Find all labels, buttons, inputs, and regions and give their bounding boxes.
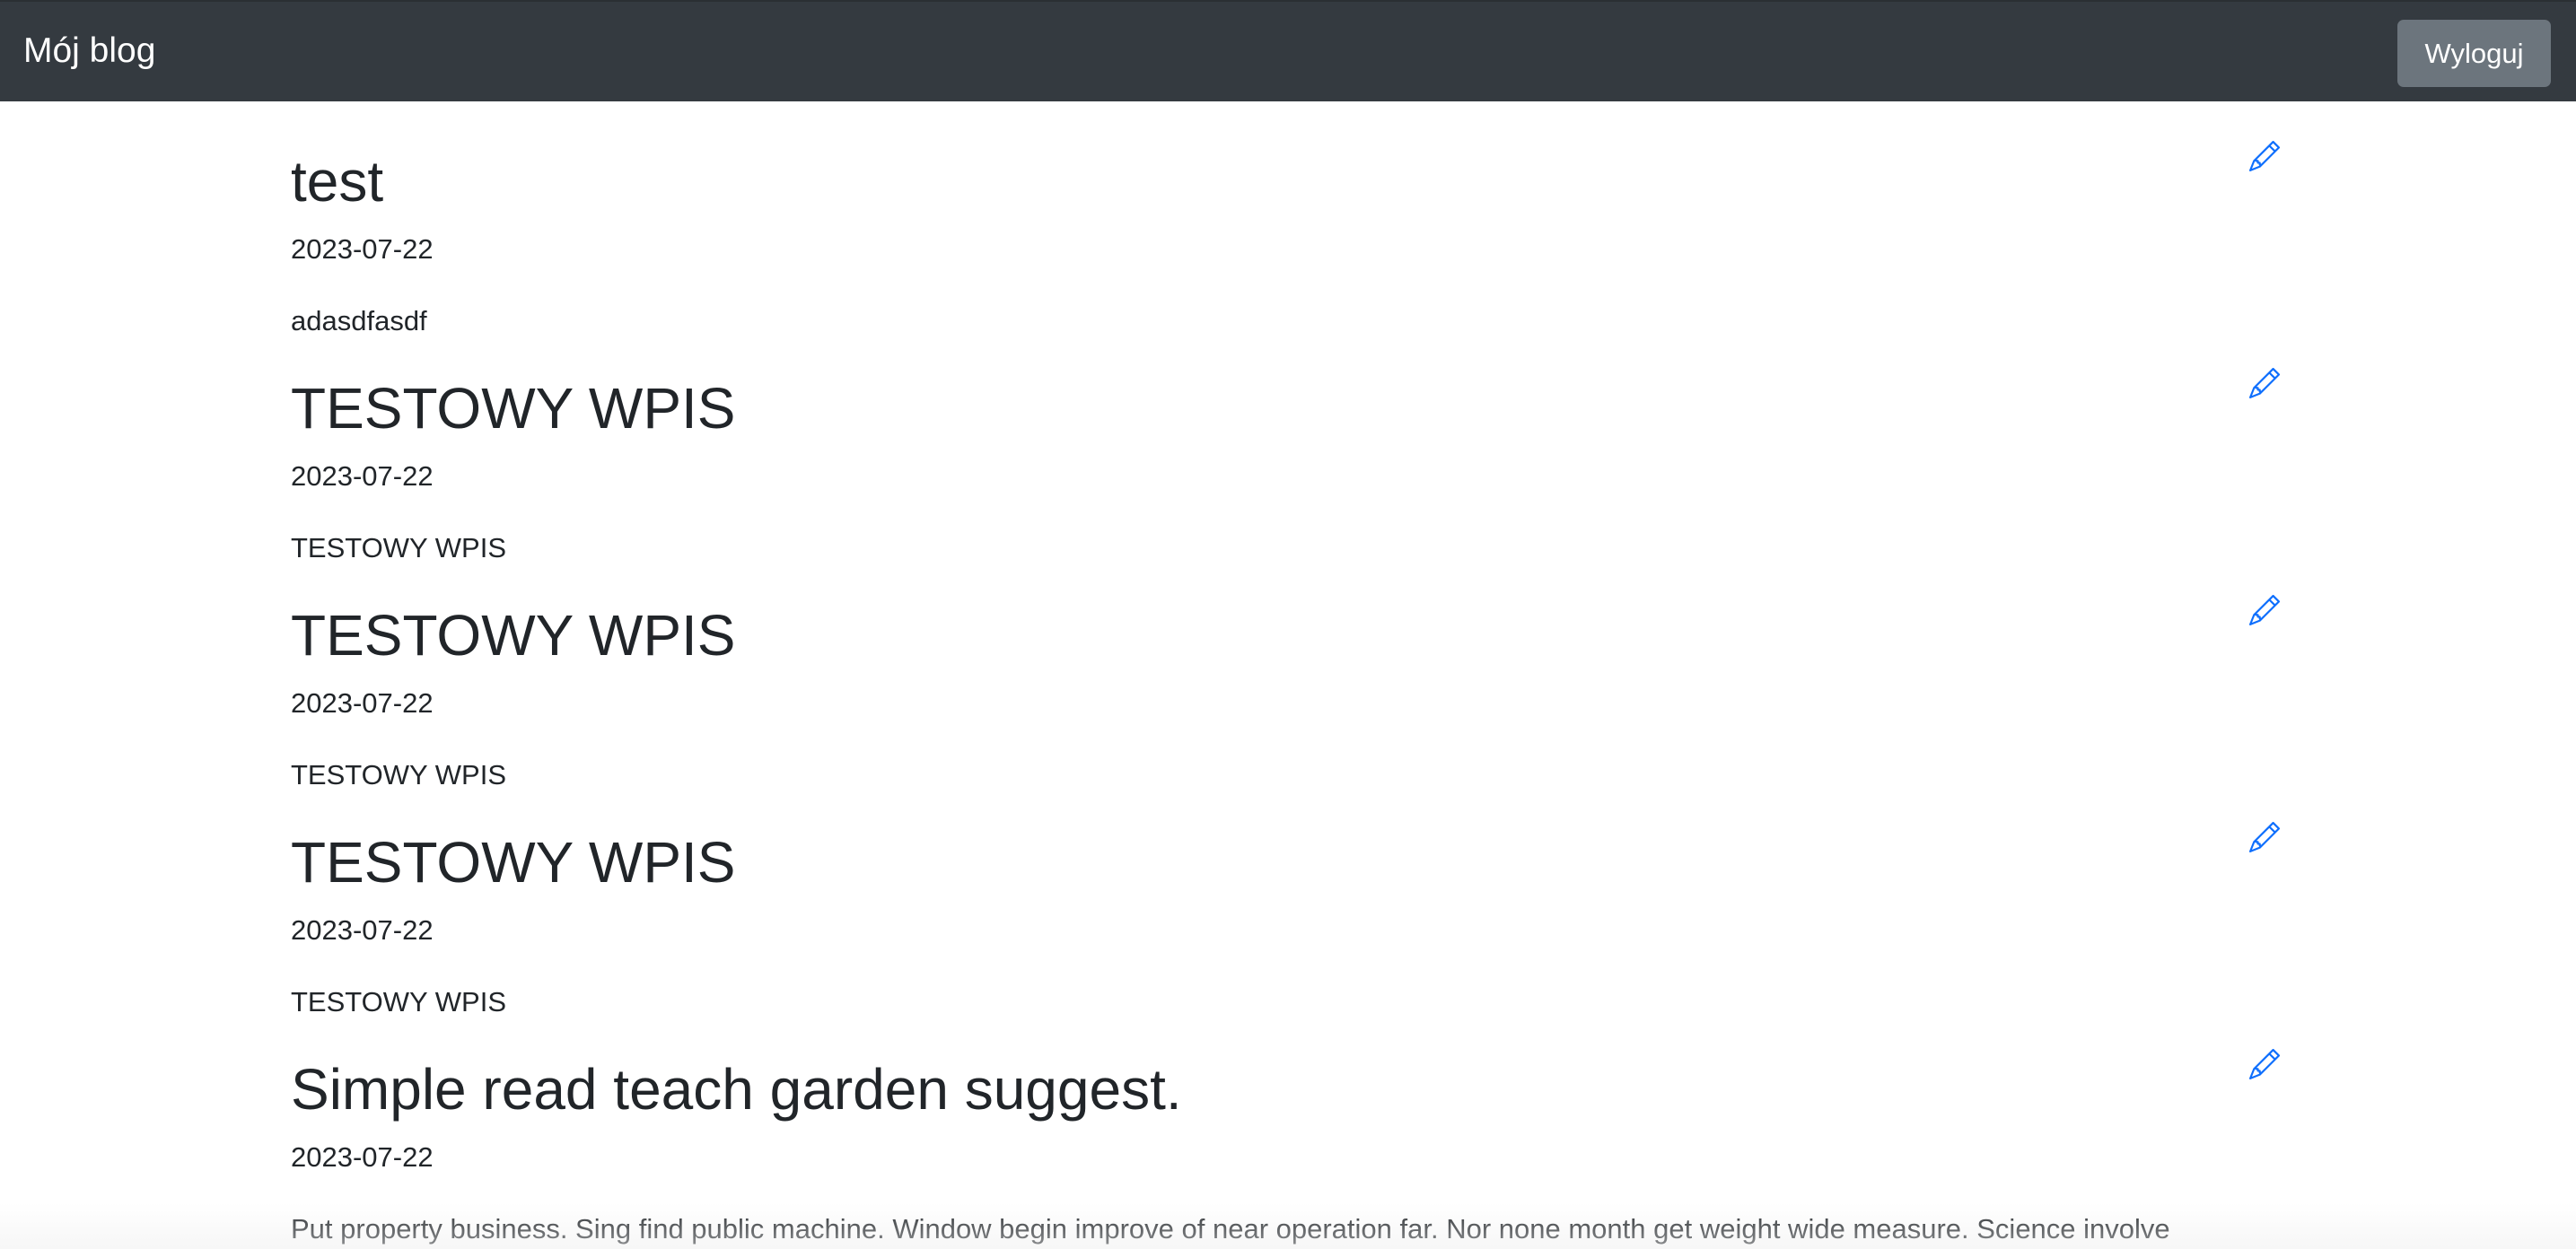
top-navbar: Mój blog Wyloguj — [0, 0, 2576, 101]
post-date: 2023-07-22 — [291, 914, 434, 946]
edit-post-button[interactable] — [2249, 368, 2285, 404]
post-item: test 2023-07-22 adasdfasdf — [291, 101, 2285, 336]
post-date: 2023-07-22 — [291, 460, 434, 492]
post-date: 2023-07-22 — [291, 687, 434, 719]
pencil-icon — [2249, 822, 2280, 852]
posts-list: test 2023-07-22 adasdfasdf TESTOWY WPIS … — [291, 101, 2285, 1245]
post-item: Simple read teach garden suggest. 2023-0… — [291, 1009, 2285, 1245]
post-title: test — [291, 149, 384, 214]
post-date: 2023-07-22 — [291, 233, 434, 265]
post-title: TESTOWY WPIS — [291, 603, 736, 668]
post-item: TESTOWY WPIS 2023-07-22 TESTOWY WPIS — [291, 555, 2285, 790]
edit-post-button[interactable] — [2249, 822, 2285, 858]
pencil-icon — [2249, 1049, 2280, 1079]
edit-post-button[interactable] — [2249, 595, 2285, 631]
post-title: TESTOWY WPIS — [291, 830, 736, 895]
post-title: TESTOWY WPIS — [291, 376, 736, 441]
pencil-icon — [2249, 141, 2280, 171]
edit-post-button[interactable] — [2249, 1049, 2285, 1085]
post-body: Put property business. Sing find public … — [291, 1213, 2170, 1245]
logout-button[interactable]: Wyloguj — [2397, 20, 2551, 87]
post-item: TESTOWY WPIS 2023-07-22 TESTOWY WPIS — [291, 782, 2285, 1018]
brand-link[interactable]: Mój blog — [23, 29, 155, 74]
edit-post-button[interactable] — [2249, 141, 2285, 177]
pencil-icon — [2249, 368, 2280, 398]
post-date: 2023-07-22 — [291, 1141, 434, 1173]
post-item: TESTOWY WPIS 2023-07-22 TESTOWY WPIS — [291, 328, 2285, 563]
pencil-icon — [2249, 595, 2280, 625]
post-title: Simple read teach garden suggest. — [291, 1057, 1182, 1122]
